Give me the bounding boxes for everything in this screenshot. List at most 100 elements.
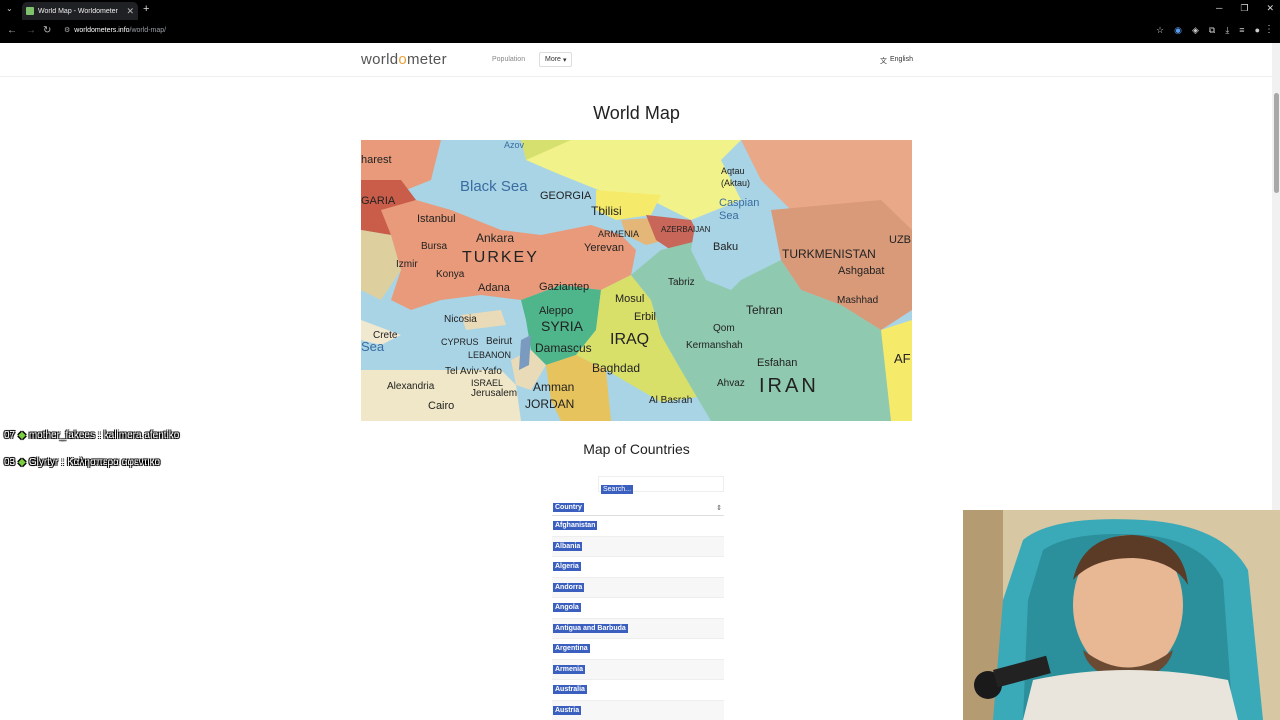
map-label: Damascus <box>535 341 592 355</box>
map-label: Amman <box>533 380 575 394</box>
chat-colon: : <box>97 430 101 441</box>
tab-title: World Map - Worldometer <box>38 7 118 15</box>
chat-text: kalimera afentiko <box>103 430 180 441</box>
country-search-input[interactable]: Search... <box>598 476 724 494</box>
caret-down-icon: ▾ <box>562 56 567 64</box>
reading-list-icon[interactable]: ≡ <box>1239 25 1244 36</box>
site-info-icon[interactable]: ⚙ <box>64 26 70 34</box>
url-host: worldometers.info <box>74 26 130 34</box>
country-link[interactable]: Andorra <box>553 582 585 592</box>
browser-tab[interactable]: World Map - Worldometer ✕ <box>22 2 138 20</box>
table-header[interactable]: Country ⇕ <box>552 500 724 516</box>
map-label: Tel Aviv-Yafo <box>445 366 502 377</box>
worldometer-logo[interactable]: worldometer <box>361 51 447 68</box>
extension-icon[interactable]: ◉ <box>1174 25 1182 36</box>
map-label: ARMENIA <box>598 229 640 239</box>
window-controls: ─ ❐ ✕ <box>1216 3 1274 14</box>
site-header: worldometer Population More ▾ 文 English <box>0 43 1272 77</box>
map-label: Jerusalem <box>471 388 518 399</box>
map-label: Qom <box>713 323 735 334</box>
country-link[interactable]: Australia <box>553 685 587 695</box>
map-label: Ahvaz <box>717 378 745 389</box>
chat-user: Glyrtyr <box>28 457 59 468</box>
table-row: Angola <box>552 598 724 619</box>
back-icon[interactable]: ← <box>7 25 17 36</box>
map-labels: harest Azov GARIA Black Sea GEORGIA Tbil… <box>361 140 912 421</box>
chat-badge-icon: ◆ <box>18 430 26 441</box>
map-label: Erbil <box>634 311 657 323</box>
map-label: Black Sea <box>460 178 528 195</box>
table-row: Andorra <box>552 577 724 598</box>
countries-table: Country ⇕ Afghanistan Albania Algeria An… <box>552 500 724 720</box>
map-label: Tabriz <box>668 277 695 288</box>
sort-icon[interactable]: ⇕ <box>716 504 722 512</box>
favicon-icon <box>26 7 34 15</box>
logo-prefix: world <box>361 51 399 68</box>
profile-avatar-icon[interactable]: ● <box>1255 25 1260 36</box>
country-link[interactable]: Antigua and Barbuda <box>553 623 628 633</box>
table-body: Afghanistan Albania Algeria Andorra Ango… <box>552 516 724 720</box>
map-label: Mashhad <box>837 295 879 306</box>
map-label: Konya <box>436 269 465 280</box>
translate-icon: 文 <box>880 58 887 65</box>
map-label: Aleppo <box>539 305 574 317</box>
chat-badge-icon: ◆ <box>18 457 26 468</box>
table-row: Austria <box>552 700 724 720</box>
map-label: Caspian Sea <box>719 197 760 222</box>
map-label: harest <box>361 154 392 166</box>
map-label: Alexandria <box>387 381 435 392</box>
map-label: Mosul <box>615 293 645 305</box>
new-tab-icon[interactable]: + <box>143 3 149 15</box>
map-label: Kermanshah <box>686 340 743 351</box>
map-label: LEBANON <box>468 350 512 360</box>
chat-user: mother_fakees <box>28 430 95 441</box>
reload-icon[interactable]: ↻ <box>43 25 51 36</box>
map-label: Esfahan <box>757 357 798 369</box>
browser-menu-icon[interactable]: ⋮ <box>1264 24 1274 35</box>
country-link[interactable]: Angola <box>553 603 581 613</box>
extension-icon[interactable]: ◈ <box>1192 25 1199 36</box>
map-label: Ankara <box>476 231 515 245</box>
table-row: Argentina <box>552 639 724 660</box>
country-link[interactable]: Algeria <box>553 562 581 572</box>
download-icon[interactable]: ⤓ <box>1225 25 1229 36</box>
map-label: Izmir <box>396 259 418 270</box>
country-link[interactable]: Argentina <box>553 644 590 654</box>
map-label: Bursa <box>421 241 448 252</box>
scrollbar-thumb[interactable] <box>1274 93 1279 193</box>
page-title: World Map <box>593 103 680 123</box>
map-label: Azov <box>504 140 525 150</box>
section-title: Map of Countries <box>583 441 690 457</box>
world-map-image[interactable]: harest Azov GARIA Black Sea GEORGIA Tbil… <box>361 140 912 421</box>
bookmark-star-icon[interactable]: ☆ <box>1156 25 1164 36</box>
tab-search-icon[interactable]: ⌄ <box>6 4 13 13</box>
country-link[interactable]: Austria <box>553 705 582 715</box>
forward-icon[interactable]: → <box>26 25 36 36</box>
browser-tabbar: ⌄ World Map - Worldometer ✕ + ─ ❐ ✕ <box>0 0 1280 20</box>
chat-time: 03 <box>4 457 16 468</box>
restore-icon[interactable]: ❐ <box>1240 3 1248 14</box>
map-label: IRAQ <box>610 331 650 348</box>
map-label: TURKMENISTAN <box>782 247 876 261</box>
extensions-puzzle-icon[interactable]: ⧉ <box>1209 25 1215 36</box>
country-link[interactable]: Albania <box>553 541 583 551</box>
table-row: Antigua and Barbuda <box>552 618 724 639</box>
map-label: Tbilisi <box>591 204 622 218</box>
minimize-icon[interactable]: ─ <box>1216 3 1222 14</box>
logo-o: o <box>398 51 408 68</box>
close-tab-icon[interactable]: ✕ <box>126 6 134 17</box>
map-label: Cairo <box>428 400 455 412</box>
country-link[interactable]: Afghanistan <box>553 521 598 531</box>
nav-more-dropdown[interactable]: More ▾ <box>539 52 573 67</box>
url-field[interactable]: ⚙ worldometers.info/world-map/ <box>64 26 166 35</box>
map-label: Sea <box>361 339 385 354</box>
extension-icons: ☆ ◉ ◈ ⧉ ⤓ ≡ ● <box>1156 25 1260 36</box>
language-selector[interactable]: 文 English <box>880 56 913 66</box>
close-window-icon[interactable]: ✕ <box>1266 3 1274 14</box>
map-label: UZB <box>889 234 911 246</box>
country-link[interactable]: Armenia <box>553 664 586 674</box>
map-label: SYRIA <box>541 318 584 334</box>
map-label: Baghdad <box>592 361 641 375</box>
address-bar: ← → ↻ ⚙ worldometers.info/world-map/ ☆ ◉… <box>0 20 1280 43</box>
nav-population-link[interactable]: Population <box>492 56 525 63</box>
